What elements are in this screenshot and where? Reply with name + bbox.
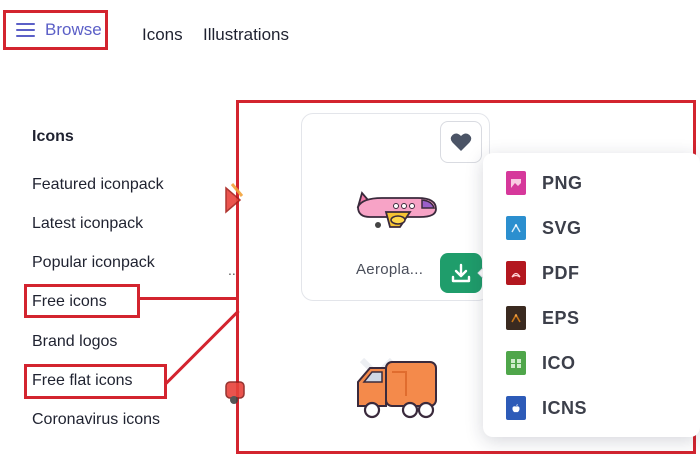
format-label-eps: EPS xyxy=(542,307,580,328)
truck-icon xyxy=(357,357,437,419)
format-option-pdf[interactable]: PDF xyxy=(506,256,666,290)
sidebar-item-popular-iconpack[interactable]: Popular iconpack xyxy=(32,254,155,272)
pdf-file-icon xyxy=(506,261,526,285)
airplane-icon xyxy=(356,191,437,228)
hamburger-menu-icon xyxy=(16,23,35,37)
partial-caption-ellipsis: .. xyxy=(228,262,236,278)
format-option-eps[interactable]: EPS xyxy=(506,301,666,335)
format-label-pdf: PDF xyxy=(542,262,580,283)
download-icon xyxy=(451,263,471,283)
nav-link-illustrations[interactable]: Illustrations xyxy=(203,25,289,45)
format-option-svg[interactable]: SVG xyxy=(506,211,666,245)
partial-rocket-icon xyxy=(225,183,244,214)
sidebar-item-brand-logos[interactable]: Brand logos xyxy=(32,333,117,351)
annotation-line-1 xyxy=(139,297,237,300)
png-file-icon xyxy=(506,171,526,195)
icns-file-icon xyxy=(506,396,526,420)
highlight-box-free-icons xyxy=(24,284,140,318)
nav-link-icons[interactable]: Icons xyxy=(142,25,183,45)
sidebar-item-latest-iconpack[interactable]: Latest iconpack xyxy=(32,215,143,233)
format-label-icns: ICNS xyxy=(542,397,588,418)
format-option-png[interactable]: PNG xyxy=(506,166,666,200)
sidebar-title: Icons xyxy=(32,128,74,145)
browse-button[interactable]: Browse xyxy=(3,10,108,50)
format-option-icns[interactable]: ICNS xyxy=(506,391,666,425)
sidebar-item-featured-iconpack[interactable]: Featured iconpack xyxy=(32,176,164,194)
icon-card-caption: Aeropla... xyxy=(356,261,424,278)
format-option-ico[interactable]: ICO xyxy=(506,346,666,380)
eps-file-icon xyxy=(506,306,526,330)
ico-file-icon xyxy=(506,351,526,375)
svg-file-icon xyxy=(506,216,526,240)
format-label-svg: SVG xyxy=(542,217,582,238)
format-label-png: PNG xyxy=(542,172,583,193)
format-label-ico: ICO xyxy=(542,352,576,373)
partial-car-icon xyxy=(225,381,245,404)
heart-icon xyxy=(450,133,472,151)
browse-label: Browse xyxy=(45,20,102,39)
favorite-button[interactable] xyxy=(440,121,482,163)
sidebar-item-coronavirus-icons[interactable]: Coronavirus icons xyxy=(32,411,160,429)
highlight-box-free-flat-icons xyxy=(24,364,167,399)
